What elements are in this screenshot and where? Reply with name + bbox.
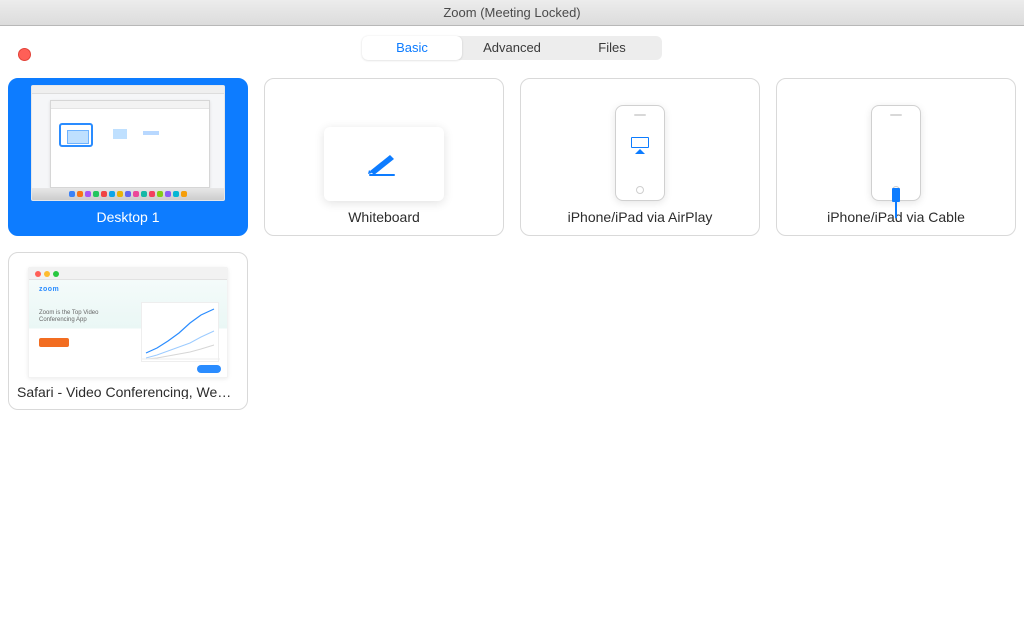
whiteboard-preview — [324, 127, 444, 201]
tab-basic[interactable]: Basic — [362, 36, 462, 60]
airplay-icon — [631, 137, 649, 151]
window-close-button[interactable] — [18, 48, 31, 61]
share-option-airplay[interactable]: iPhone/iPad via AirPlay — [520, 78, 760, 236]
phone-airplay-preview — [615, 105, 665, 201]
safari-page-logo: zoom — [39, 286, 59, 293]
share-option-label: iPhone/iPad via AirPlay — [521, 209, 759, 225]
marker-icon — [364, 151, 404, 177]
phone-cable-preview — [871, 105, 921, 201]
safari-page-headline: Zoom is the Top Video Conferencing App — [39, 310, 109, 324]
share-options-grid: Desktop 1 Whiteboard — [4, 78, 1024, 410]
share-option-label: Whiteboard — [265, 209, 503, 225]
share-tabs: Basic Advanced Files — [362, 36, 662, 60]
desktop-thumbnail — [31, 85, 225, 201]
window-title: Zoom (Meeting Locked) — [443, 5, 580, 20]
share-option-desktop-1[interactable]: Desktop 1 — [8, 78, 248, 236]
tab-advanced[interactable]: Advanced — [462, 36, 562, 60]
share-option-label: Desktop 1 — [9, 209, 247, 225]
share-option-label: Safari - Video Conferencing, Web Confere… — [9, 384, 247, 399]
cable-icon — [892, 188, 900, 218]
window-body: Basic Advanced Files Desktop 1 — [0, 26, 1024, 640]
share-option-safari[interactable]: zoom Zoom is the Top Video Conferencing … — [8, 252, 248, 410]
safari-thumbnail: zoom Zoom is the Top Video Conferencing … — [28, 267, 228, 378]
share-option-whiteboard[interactable]: Whiteboard — [264, 78, 504, 236]
titlebar: Zoom (Meeting Locked) — [0, 0, 1024, 26]
tab-files[interactable]: Files — [562, 36, 662, 60]
share-option-cable[interactable]: iPhone/iPad via Cable — [776, 78, 1016, 236]
